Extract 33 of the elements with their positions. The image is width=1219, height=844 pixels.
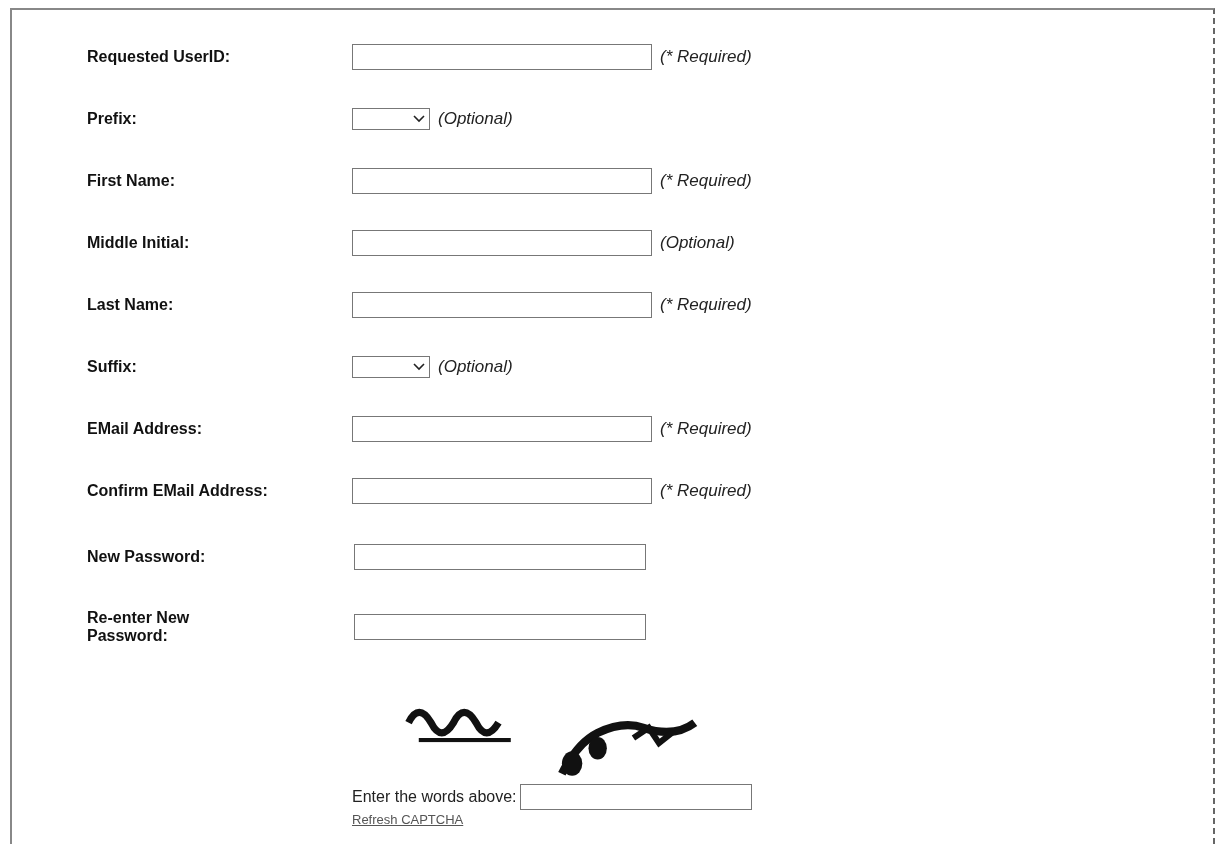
field-label: New Password:: [87, 548, 207, 566]
field-label: Re-enter New Password:: [87, 609, 191, 645]
field-note: (Optional): [660, 233, 735, 253]
text-field[interactable]: [352, 292, 652, 318]
captcha-prompt: Enter the words above:: [352, 788, 517, 806]
password-field[interactable]: [354, 544, 646, 570]
field-label: Confirm EMail Address:: [87, 482, 269, 500]
field-label: Suffix:: [87, 358, 138, 376]
field-note: (* Required): [660, 47, 752, 67]
caret-icon: [413, 363, 425, 371]
text-field[interactable]: [352, 230, 652, 256]
captcha-field[interactable]: [519, 784, 752, 810]
caret-icon: [413, 115, 425, 123]
text-field[interactable]: [352, 478, 652, 504]
field-label: Prefix:: [87, 110, 138, 128]
refresh-captcha-link[interactable]: Refresh CAPTCHA: [352, 812, 464, 827]
field-label: Middle Initial:: [87, 234, 191, 252]
dropdown[interactable]: [352, 108, 430, 130]
field-label: First Name:: [87, 172, 177, 190]
field-note: (* Required): [660, 295, 752, 315]
field-note: (* Required): [660, 419, 752, 439]
password-field[interactable]: [354, 614, 646, 640]
text-field[interactable]: [352, 168, 652, 194]
dropdown[interactable]: [352, 356, 430, 378]
field-note: (* Required): [660, 171, 752, 191]
field-note: (Optional): [438, 357, 513, 377]
field-label: Last Name:: [87, 296, 175, 314]
field-note: (Optional): [438, 109, 513, 129]
field-label: EMail Address:: [87, 420, 203, 438]
text-field[interactable]: [352, 44, 652, 70]
text-field[interactable]: [352, 416, 652, 442]
field-label: Requested UserID:: [87, 48, 232, 66]
field-note: (* Required): [660, 481, 752, 501]
